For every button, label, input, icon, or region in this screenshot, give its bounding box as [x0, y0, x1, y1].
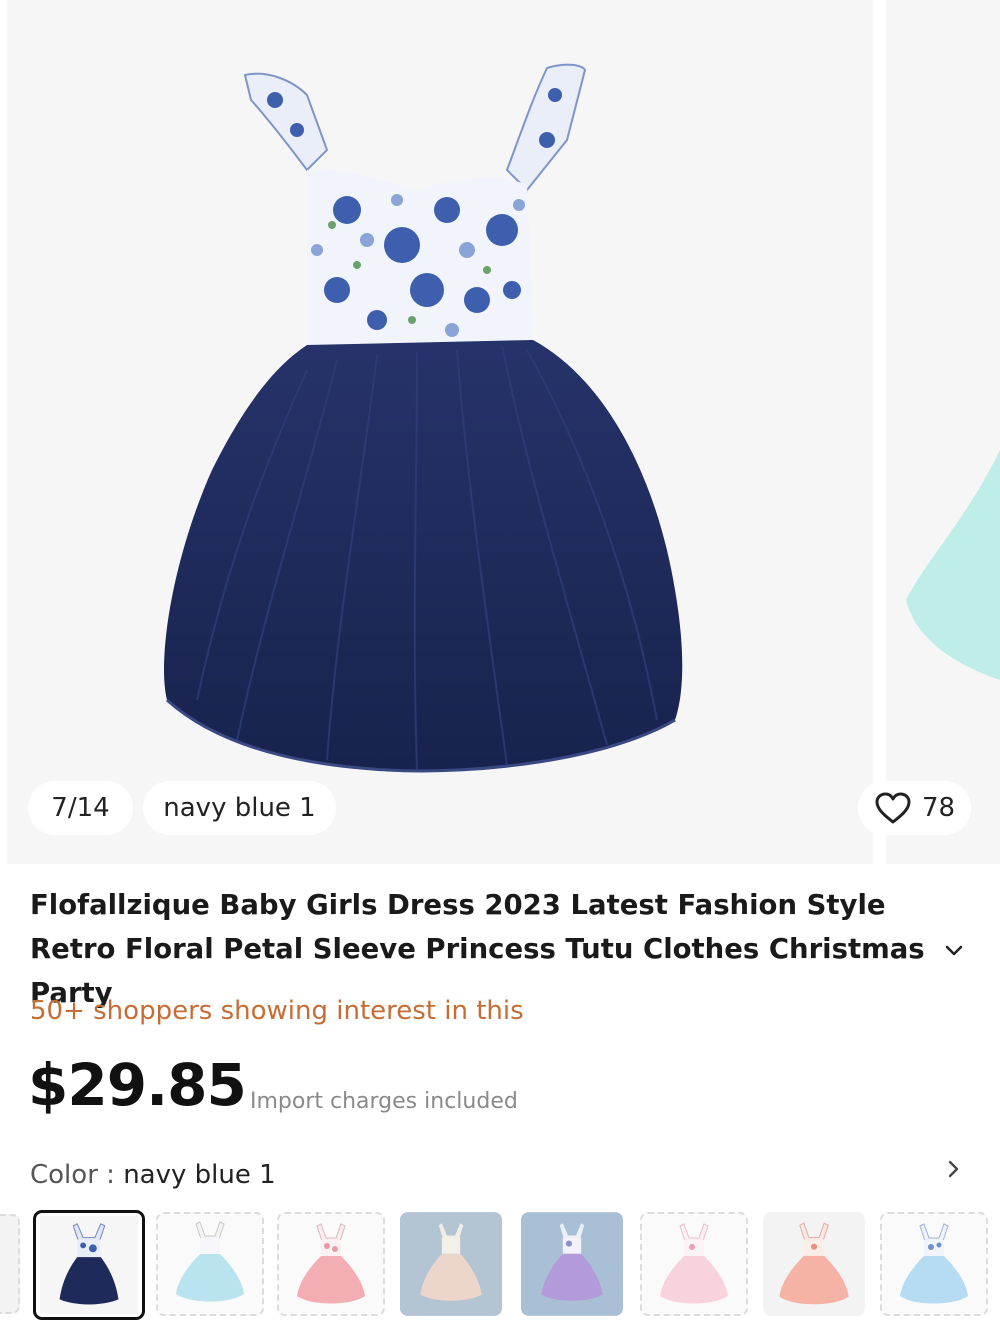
- product-price: $29.85: [28, 1051, 247, 1119]
- thumbnail-dress-image: [900, 1223, 968, 1304]
- image-variant-label: navy blue 1: [143, 781, 336, 835]
- color-separator: :: [97, 1160, 124, 1190]
- thumbnail-sky-blue[interactable]: [880, 1212, 988, 1316]
- thumbnail-peach[interactable]: [763, 1212, 865, 1316]
- thumbnail-dress-image: [660, 1223, 728, 1304]
- thumbnail-navy-blue-1[interactable]: [33, 1210, 145, 1320]
- product-image-gallery[interactable]: 7/14 navy blue 1 78: [0, 0, 1000, 864]
- chevron-right-icon[interactable]: [940, 1156, 966, 1182]
- color-label: Color: [30, 1160, 98, 1190]
- wishlist-count: 78: [921, 793, 956, 823]
- thumbnail-light-pink[interactable]: [640, 1212, 748, 1316]
- thumbnail-purple[interactable]: [521, 1212, 623, 1316]
- thumbnail-dress-image: [297, 1223, 365, 1304]
- heart-outline-icon: [874, 791, 912, 825]
- product-image-main[interactable]: [7, 0, 873, 864]
- thumbnail-pink-floral[interactable]: [277, 1212, 385, 1316]
- thumbnail-light-blue[interactable]: [156, 1212, 264, 1316]
- product-image-next[interactable]: [886, 0, 1000, 864]
- chevron-down-icon[interactable]: [940, 936, 968, 964]
- wishlist-button[interactable]: 78: [858, 781, 971, 835]
- color-selector-row[interactable]: Color : navy blue 1: [30, 1157, 276, 1193]
- thumbnail-dress-image: [400, 1213, 502, 1315]
- image-counter: 7/14: [28, 781, 133, 835]
- thumbnail-partial: [0, 1214, 20, 1314]
- next-dress-image: [906, 450, 1000, 680]
- thumbnail-dress-image: [779, 1222, 849, 1305]
- dress-image: [164, 63, 683, 773]
- thumbnail-dress-image: [40, 1216, 138, 1314]
- thumbnail-champagne[interactable]: [400, 1212, 502, 1316]
- color-thumbnail-strip[interactable]: [0, 1208, 1000, 1323]
- thumbnail-dress-image: [521, 1213, 623, 1315]
- color-value: navy blue 1: [123, 1160, 276, 1190]
- thumbnail-dress-image: [176, 1221, 244, 1302]
- shopper-interest-text: 50+ shoppers showing interest in this: [30, 996, 524, 1026]
- import-charges-note: Import charges included: [250, 1089, 518, 1114]
